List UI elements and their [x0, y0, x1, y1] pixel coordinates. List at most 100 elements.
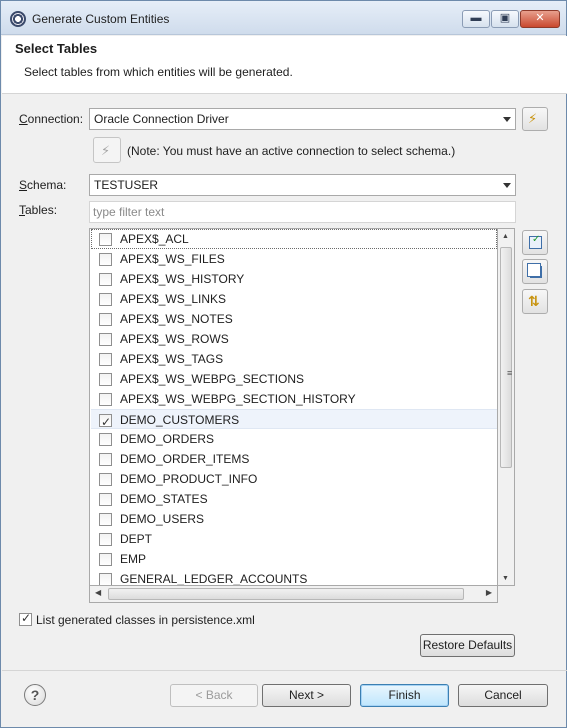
table-name: APEX$_WS_WEBPG_SECTION_HISTORY [120, 392, 356, 406]
page-description: Select tables from which entities will b… [24, 65, 293, 79]
connection-note: (Note: You must have an active connectio… [127, 144, 456, 158]
table-name: DEMO_CUSTOMERS [120, 413, 240, 427]
scroll-down-icon[interactable]: ▼ [502, 575, 509, 582]
table-name: DEMO_USERS [120, 512, 205, 526]
table-filter-input[interactable]: type filter text [89, 201, 516, 223]
table-name: GENERAL_LEDGER_ACCOUNTS [120, 572, 308, 586]
list-generated-checkbox[interactable]: ✓ [19, 611, 32, 626]
table-row[interactable]: APEX$_WS_ROWS [91, 329, 497, 349]
tables-list[interactable]: APEX$_ACL APEX$_WS_FILES APEX$_WS_HISTORY A… [89, 228, 498, 586]
add-connection-button[interactable]: ⚡ [522, 107, 548, 131]
scroll-left-icon[interactable]: ◀ [95, 588, 101, 597]
table-row[interactable]: APEX$_WS_WEBPG_SECTIONS [91, 369, 497, 389]
finish-button-label: Finish [388, 688, 421, 702]
horizontal-scroll-thumb[interactable] [108, 588, 464, 600]
table-name: DEMO_PRODUCT_INFO [120, 472, 258, 486]
row-checkbox[interactable] [99, 353, 112, 366]
row-checkbox[interactable] [99, 493, 112, 506]
connection-value: Oracle Connection Driver [94, 112, 229, 126]
table-row[interactable]: APEX$_WS_NOTES [91, 309, 497, 329]
table-row[interactable]: GENERAL_LEDGER_ACCOUNTS [91, 569, 497, 586]
row-checkbox[interactable] [99, 393, 112, 406]
connection-combo[interactable]: Oracle Connection Driver [89, 108, 516, 130]
row-checkbox[interactable] [99, 233, 112, 246]
table-name: APEX$_WS_HISTORY [120, 272, 245, 286]
connection-label-mnemonic: C [19, 112, 28, 126]
scroll-right-icon[interactable]: ▶ [486, 588, 492, 597]
row-checkbox[interactable] [99, 273, 112, 286]
table-name: APEX$_WS_WEBPG_SECTIONS [120, 372, 305, 386]
window-title: Generate Custom Entities [32, 12, 170, 26]
table-name: APEX$_WS_FILES [120, 252, 225, 266]
page-title: Select Tables [15, 41, 98, 56]
scroll-up-icon[interactable]: ▲ [502, 233, 509, 240]
select-all-button[interactable] [522, 230, 548, 255]
row-checkbox[interactable] [99, 373, 112, 386]
vertical-scrollbar[interactable]: ▲ ≡ ▼ [498, 228, 515, 586]
cancel-button-label: Cancel [484, 688, 522, 702]
table-row[interactable]: ✓ DEMO_CUSTOMERS [91, 409, 497, 429]
restore-defaults-button[interactable]: Restore Defaults [420, 634, 515, 657]
row-checkbox[interactable] [99, 333, 112, 346]
cancel-button[interactable]: Cancel [458, 684, 548, 707]
row-checkbox[interactable] [99, 533, 112, 546]
grip-icon: ≡ [507, 368, 513, 378]
button-bar-separator [2, 670, 567, 671]
plug-icon: ⚡ [528, 111, 538, 126]
row-checkbox[interactable] [99, 573, 112, 585]
row-checkbox[interactable] [99, 453, 112, 466]
schema-label: Schema: [19, 178, 66, 192]
wizard-header: Select Tables Select tables from which e… [2, 36, 567, 94]
finish-button[interactable]: Finish [360, 684, 449, 707]
tables-label: Tables: [19, 203, 57, 217]
table-row[interactable]: APEX$_ACL [91, 229, 497, 249]
chevron-down-icon [503, 117, 511, 122]
row-checkbox[interactable] [99, 293, 112, 306]
table-name: APEX$_WS_LINKS [120, 292, 227, 306]
table-row[interactable]: DEMO_ORDERS [91, 429, 497, 449]
table-row[interactable]: DEMO_STATES [91, 489, 497, 509]
eclipse-app-icon [10, 11, 26, 27]
close-button[interactable]: ✕ [520, 10, 560, 28]
table-row[interactable]: APEX$_WS_TAGS [91, 349, 497, 369]
checkmark-icon: ✓ [21, 611, 32, 625]
row-checkbox[interactable] [99, 513, 112, 526]
vertical-scroll-thumb[interactable]: ≡ [500, 247, 512, 468]
table-row[interactable]: APEX$_WS_HISTORY [91, 269, 497, 289]
table-row[interactable]: APEX$_WS_LINKS [91, 289, 497, 309]
list-generated-label[interactable]: List generated classes in persistence.xm… [36, 613, 255, 627]
deselect-all-button[interactable] [522, 259, 548, 284]
table-row[interactable]: DEMO_ORDER_ITEMS [91, 449, 497, 469]
row-checkbox[interactable] [99, 433, 112, 446]
row-checkbox[interactable]: ✓ [99, 414, 112, 429]
maximize-button[interactable]: ▣ [491, 10, 519, 28]
table-name: DEMO_ORDERS [120, 432, 215, 446]
row-checkbox[interactable] [99, 473, 112, 486]
tables-label-text: ables: [25, 203, 58, 217]
row-checkbox[interactable] [99, 253, 112, 266]
refresh-button[interactable]: ⇅ [522, 289, 548, 314]
schema-value: TESTUSER [94, 178, 159, 192]
minimize-button[interactable]: ▬ [462, 10, 490, 28]
next-button[interactable]: Next > [262, 684, 351, 707]
connect-button[interactable]: ⚡ [93, 137, 121, 163]
scrollbar-corner [498, 586, 515, 603]
refresh-icon: ⇅ [528, 293, 540, 309]
table-name: APEX$_WS_TAGS [120, 352, 224, 366]
row-checkbox[interactable] [99, 313, 112, 326]
table-row[interactable]: EMP [91, 549, 497, 569]
chevron-down-icon [503, 183, 511, 188]
table-row[interactable]: APEX$_WS_FILES [91, 249, 497, 269]
title-bar: Generate Custom Entities ▬ ▣ ✕ [1, 1, 566, 35]
connection-label: Connection: [19, 112, 83, 126]
table-row[interactable]: DEMO_PRODUCT_INFO [91, 469, 497, 489]
horizontal-scrollbar[interactable]: ◀ ▶ [89, 586, 498, 603]
table-row[interactable]: APEX$_WS_WEBPG_SECTION_HISTORY [91, 389, 497, 409]
table-row[interactable]: DEPT [91, 529, 497, 549]
row-checkbox[interactable] [99, 553, 112, 566]
table-row[interactable]: DEMO_USERS [91, 509, 497, 529]
select-all-icon [529, 234, 542, 249]
schema-combo[interactable]: TESTUSER [89, 174, 516, 196]
help-icon[interactable]: ? [24, 684, 46, 706]
schema-label-text: chema: [27, 178, 67, 192]
